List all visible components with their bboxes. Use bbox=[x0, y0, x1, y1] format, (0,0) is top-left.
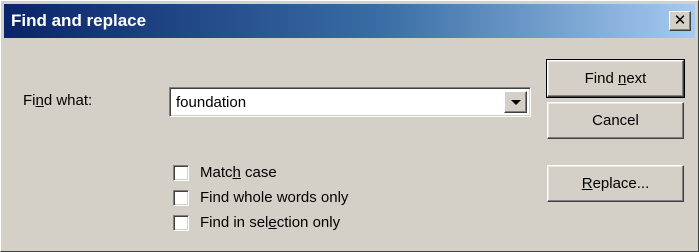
find-what-label-accesskey: n bbox=[35, 92, 44, 109]
selection-only-accesskey: e bbox=[268, 214, 277, 231]
find-next-label-part: Find bbox=[584, 69, 618, 87]
selection-only-checkbox[interactable] bbox=[173, 215, 189, 231]
find-next-button[interactable]: Find next bbox=[546, 59, 685, 98]
selection-only-label-part: Find in sel bbox=[200, 214, 269, 231]
whole-words-checkbox[interactable] bbox=[173, 190, 189, 206]
find-what-label-part: d what: bbox=[43, 92, 93, 109]
close-button[interactable]: ✕ bbox=[669, 11, 691, 31]
find-what-label-part: Fi bbox=[23, 92, 36, 109]
find-what-combobox[interactable] bbox=[169, 87, 531, 117]
selection-only-label-part: ction only bbox=[276, 214, 341, 231]
dropdown-arrow-button[interactable] bbox=[504, 91, 527, 113]
title-bar[interactable]: Find and replace ✕ bbox=[4, 4, 695, 38]
selection-only-label: Find in selection only bbox=[200, 214, 340, 231]
match-case-accesskey: h bbox=[232, 164, 241, 181]
replace-button[interactable]: Replace... bbox=[547, 165, 684, 202]
replace-accesskey: R bbox=[581, 174, 593, 192]
match-case-label-part: case bbox=[240, 164, 277, 181]
find-what-input[interactable] bbox=[174, 92, 500, 112]
find-next-label-part: ext bbox=[626, 69, 647, 87]
find-what-label: Find what: bbox=[23, 92, 92, 109]
match-case-label-part: Matc bbox=[200, 164, 233, 181]
match-case-checkbox[interactable] bbox=[173, 165, 189, 181]
whole-words-label: Find whole words only bbox=[200, 189, 349, 206]
cancel-button[interactable]: Cancel bbox=[547, 102, 684, 139]
find-replace-dialog: Find and replace ✕ Find what: Find next … bbox=[0, 0, 699, 252]
replace-label-part: eplace... bbox=[592, 174, 650, 192]
match-case-label: Match case bbox=[200, 164, 277, 181]
close-icon: ✕ bbox=[673, 11, 687, 29]
dialog-title: Find and replace bbox=[11, 11, 147, 30]
